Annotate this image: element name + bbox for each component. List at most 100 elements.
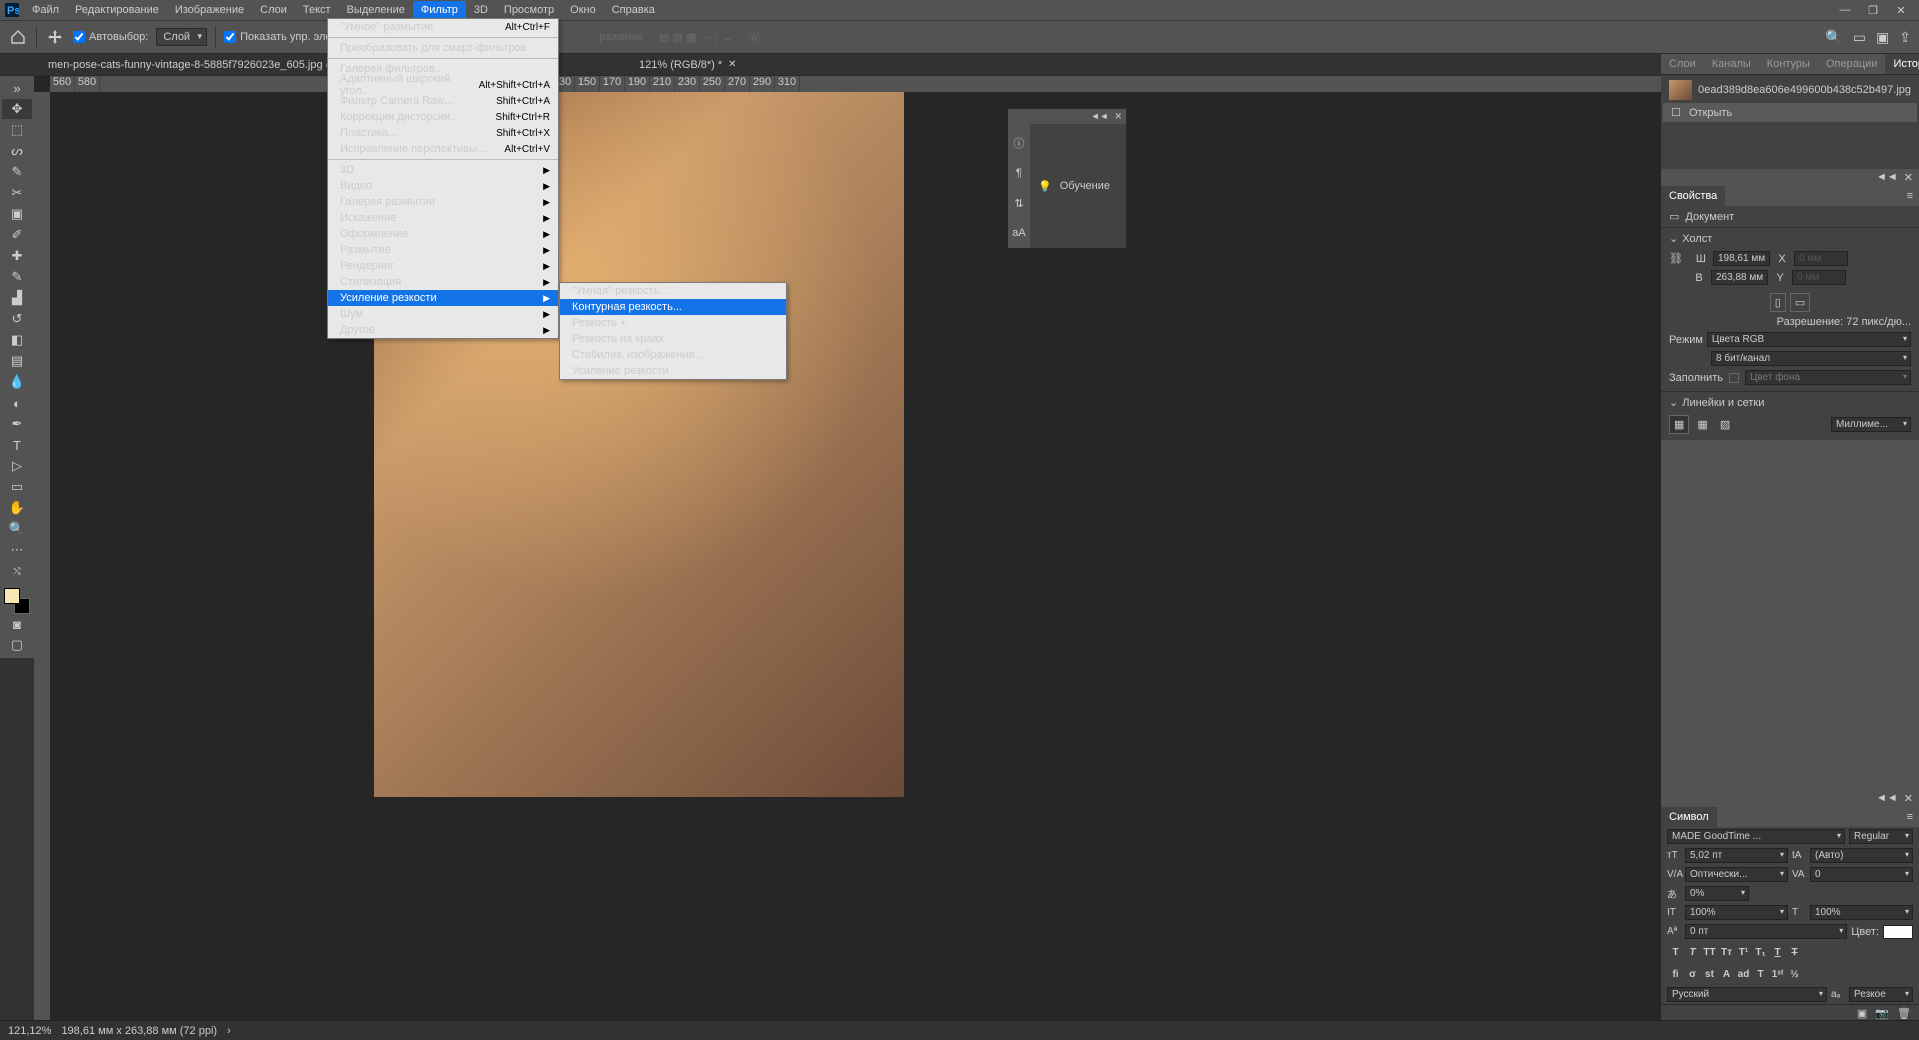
edit-toolbar[interactable]: ⋯ [2,540,32,560]
smallcaps-button[interactable]: Tᴛ [1718,944,1735,960]
ot-t1[interactable]: T [1752,966,1769,982]
lasso-tool[interactable]: ᔕ [2,141,32,161]
shape-tool[interactable]: ▭ [2,477,32,497]
color-swatch[interactable] [4,588,30,614]
panel-collapse-icon[interactable]: ◄◄ [1876,792,1898,805]
ot-fi[interactable]: fi [1667,966,1684,982]
height-field[interactable]: 263,88 мм [1711,270,1768,285]
close-icon[interactable]: ✕ [1887,2,1915,19]
learn-collapse-icon[interactable]: ◄◄ [1091,111,1109,122]
history-brush-tool[interactable]: ↺ [2,309,32,329]
ot-sigma[interactable]: σ [1684,966,1701,982]
tab-properties[interactable]: Свойства [1661,186,1725,206]
gradient-tool[interactable]: ▤ [2,351,32,371]
fill-select[interactable]: Цвет фона [1745,370,1911,385]
panel-menu-icon[interactable]: ≡ [1901,186,1919,206]
subscript-button[interactable]: T₁ [1752,944,1769,960]
filter-sub-blur[interactable]: Размытие▶ [328,242,558,258]
size-select[interactable]: 5,02 пт [1685,848,1788,863]
width-field[interactable]: 198,61 мм [1713,251,1770,266]
depth-select[interactable]: 8 бит/канал [1711,351,1911,366]
marquee-tool[interactable]: ⬚ [2,120,32,140]
vwidth-field[interactable]: 100% [1810,905,1913,920]
tab-close-icon[interactable]: ✕ [728,59,736,70]
panel-close-icon[interactable]: ✕ [1904,792,1913,805]
status-arrow-icon[interactable]: › [227,1025,231,1037]
minimize-icon[interactable]: — [1831,2,1859,19]
menu-select[interactable]: Выделение [339,1,413,19]
learn-label[interactable]: Обучение [1060,180,1110,192]
filter-camera-raw[interactable]: Фильтр Camera Raw...Shift+Ctrl+A [328,93,558,109]
ot-1st[interactable]: 1ˢᵗ [1769,966,1786,982]
pilcrow-icon[interactable]: ¶ [1016,158,1022,188]
fg-color[interactable] [4,588,20,604]
tab-actions[interactable]: Операции [1818,54,1885,74]
baseline-field[interactable]: 0 пт [1685,924,1847,939]
panel-close-icon[interactable]: ✕ [1904,171,1913,184]
chevron-down-icon[interactable]: ⌄ [1669,232,1678,245]
share-icon[interactable]: ⇪ [1899,29,1911,46]
menu-filter[interactable]: Фильтр [413,1,466,19]
landscape-icon[interactable]: ▭ [1790,293,1810,312]
blur-tool[interactable]: 💧 [2,372,32,392]
fill-swatch-icon[interactable] [1729,373,1739,383]
info-icon[interactable]: ⓘ [1014,128,1025,158]
filter-convert-smart[interactable]: Преобразовать для смарт-фильтров [328,40,558,56]
move-tool[interactable]: ✥ [2,99,32,119]
filter-sub-blur-gallery[interactable]: Галерея размытия▶ [328,194,558,210]
stamp-tool[interactable]: ▟ [2,288,32,308]
autoselect-checkbox[interactable]: Автовыбор: [73,31,148,43]
glyph-icon[interactable]: ⇅ [1014,188,1023,218]
filter-sub-pixelate[interactable]: Оформление▶ [328,226,558,242]
menu-edit[interactable]: Редактирование [67,1,167,19]
path-tool[interactable]: ▷ [2,456,32,476]
filter-sub-video[interactable]: Видео▶ [328,178,558,194]
history-delete-icon[interactable]: 🗑 [1897,1007,1911,1018]
sharpen-stabilize[interactable]: Стабилиз. изображения... [560,347,786,363]
panel-menu-icon[interactable]: ≡ [1901,807,1919,827]
filter-last[interactable]: "Умное" размытие Alt+Ctrl+F [328,19,558,35]
chevron-down-icon[interactable]: ⌄ [1669,396,1678,409]
tab-character[interactable]: Символ [1661,807,1717,827]
menu-layers[interactable]: Слои [252,1,295,19]
dodge-tool[interactable]: ◐ [2,393,32,413]
filter-adaptive-wide[interactable]: Адаптивный широкий угол...Alt+Shift+Ctrl… [328,77,558,93]
crop-tool[interactable]: ✂ [2,183,32,203]
maximize-icon[interactable]: ❐ [1859,2,1887,19]
italic-button[interactable]: T [1684,944,1701,960]
quickmask-tool[interactable]: ◙ [2,614,32,634]
frame-tool[interactable]: ▣ [2,204,32,224]
filter-liquify[interactable]: Пластика...Shift+Ctrl+X [328,125,558,141]
mode-select[interactable]: Цвета RGB [1707,332,1911,347]
quick-select-tool[interactable]: ✎ [2,162,32,182]
filter-sub-distort[interactable]: Искажение▶ [328,210,558,226]
brush-tool[interactable]: ✎ [2,267,32,287]
menu-view[interactable]: Просмотр [496,1,562,19]
filter-sub-render[interactable]: Рендеринг▶ [328,258,558,274]
hand-tool[interactable]: ✋ [2,498,32,518]
menu-file[interactable]: Файл [24,1,67,19]
ruler-icon[interactable]: ▦ [1669,415,1689,434]
sharpen-more[interactable]: Резкость + [560,315,786,331]
menu-text[interactable]: Текст [295,1,339,19]
vscale-select[interactable]: 0% [1685,886,1749,901]
sharpen-edges[interactable]: Резкость на краях [560,331,786,347]
underline-button[interactable]: T [1769,944,1786,960]
search-icon[interactable]: 🔍 [1825,29,1842,46]
eraser-tool[interactable]: ◧ [2,330,32,350]
font-select[interactable]: MADE GoodTime ... [1667,829,1845,844]
hwidth-field[interactable]: 100% [1685,905,1788,920]
tab-layers[interactable]: Слои [1661,54,1704,74]
filter-lens-correction[interactable]: Коррекция дисторсии...Shift+Ctrl+R [328,109,558,125]
menu-image[interactable]: Изображение [167,1,252,19]
sharpen-unsharp-mask[interactable]: Контурная резкость... [560,299,786,315]
tab-channels[interactable]: Каналы [1704,54,1759,74]
filter-sub-3d[interactable]: 3D▶ [328,162,558,178]
ot-a[interactable]: A [1718,966,1735,982]
healing-tool[interactable]: ✚ [2,246,32,266]
grid-icon[interactable]: ▦ [1693,416,1711,433]
y-field[interactable]: 0 мм [1792,270,1846,285]
document-tab-2[interactable]: 121% (RGB/8*) * ✕ [631,56,745,74]
ot-half[interactable]: ½ [1786,966,1803,982]
tracking-select[interactable]: Оптически... [1685,867,1788,882]
